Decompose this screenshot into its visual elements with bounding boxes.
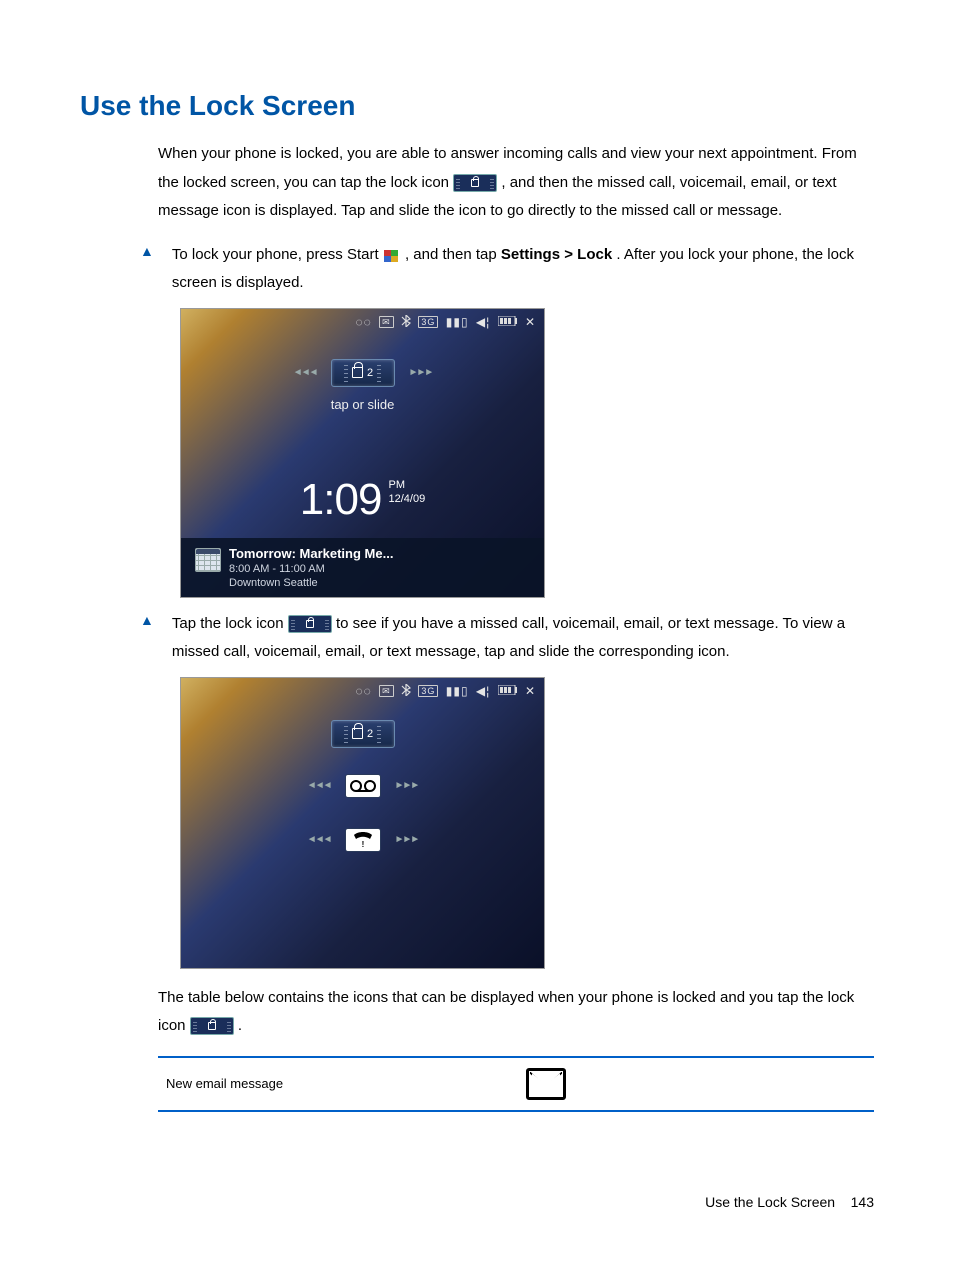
table-intro-paragraph: The table below contains the icons that …	[158, 984, 874, 1041]
clock-time: 1:09	[300, 475, 382, 525]
bullet1-bold: Settings > Lock	[501, 246, 612, 263]
missed-call-slider-button[interactable]: !	[345, 828, 381, 852]
slide-left-arrows-icon: ◄◄◄	[307, 834, 331, 845]
voicemail-status-icon: ◌◌	[356, 684, 372, 698]
slide-right-arrows-icon: ►►►	[395, 780, 419, 791]
lock-icon	[288, 615, 332, 633]
table-bottom-rule	[158, 1110, 874, 1112]
lock-icon	[352, 367, 363, 378]
lock-slider-button[interactable]: 2	[331, 359, 395, 387]
page-footer: Use the Lock Screen 143	[705, 1194, 874, 1210]
lock-badge-count: 2	[367, 367, 373, 379]
signal-status-icon: ▮▮▯	[446, 315, 469, 329]
lock-slider-row: ◄◄◄ 2 ►►►	[181, 359, 544, 387]
lockscreen-screenshot-1: ◌◌ ✉ 3G ▮▮▯ ◀¦ ✕ ◄◄◄ 2 ►►► tap or slide …	[180, 308, 545, 598]
close-status-icon: ✕	[525, 684, 536, 698]
bullet1-text-2: , and then tap	[405, 246, 501, 263]
page-heading: Use the Lock Screen	[80, 90, 874, 122]
intro-paragraph: When your phone is locked, you are able …	[158, 140, 874, 226]
clock-ampm: PM	[389, 479, 406, 491]
slide-right-arrows-icon: ►►►	[409, 367, 433, 378]
lock-slider-button[interactable]: 2	[331, 720, 395, 748]
lock-icon	[190, 1017, 234, 1035]
clock-date: 12/4/09	[389, 493, 426, 505]
calendar-icon	[195, 548, 221, 572]
signal-status-icon: ▮▮▯	[446, 684, 469, 698]
bullet-item-2: ▲ Tap the lock icon to see if you have a…	[140, 610, 874, 667]
lock-icon	[453, 174, 497, 192]
bullet1-text-1: To lock your phone, press Start	[172, 246, 383, 263]
table-cell-icon	[526, 1068, 566, 1100]
battery-status-icon	[498, 684, 518, 698]
appointment-title: Tomorrow: Marketing Me...	[229, 546, 534, 561]
3g-status-icon: 3G	[418, 685, 438, 697]
envelope-status-icon: ✉	[379, 685, 394, 697]
voicemail-status-icon: ◌◌	[356, 315, 372, 329]
appointment-location: Downtown Seattle	[229, 577, 534, 589]
clock-block: 1:09 PM 12/4/09	[181, 475, 544, 525]
mail-icon	[526, 1068, 566, 1100]
footer-title: Use the Lock Screen	[705, 1194, 835, 1210]
lock-slider-row: 2	[181, 720, 544, 748]
status-bar: ◌◌ ✉ 3G ▮▮▯ ◀¦ ✕	[181, 684, 536, 699]
voicemail-slider-button[interactable]	[345, 774, 381, 798]
table-intro-2: .	[238, 1017, 242, 1034]
table-intro-1: The table below contains the icons that …	[158, 989, 854, 1035]
appointment-time: 8:00 AM - 11:00 AM	[229, 563, 534, 575]
lock-badge-count: 2	[367, 728, 373, 740]
svg-text:!: !	[361, 840, 364, 849]
status-bar: ◌◌ ✉ 3G ▮▮▯ ◀¦ ✕	[181, 315, 536, 330]
table-row: New email message	[158, 1058, 874, 1110]
slide-left-arrows-icon: ◄◄◄	[293, 367, 317, 378]
triangle-bullet-icon: ▲	[140, 612, 154, 667]
lockscreen-screenshot-2: ◌◌ ✉ 3G ▮▮▯ ◀¦ ✕ 2 ◄◄◄ ►►► ◄◄◄	[180, 677, 545, 969]
slide-left-arrows-icon: ◄◄◄	[307, 780, 331, 791]
table-cell-label: New email message	[166, 1076, 526, 1091]
volume-status-icon: ◀¦	[476, 684, 490, 698]
slide-right-arrows-icon: ►►►	[395, 834, 419, 845]
footer-page-number: 143	[851, 1194, 874, 1210]
icon-table: New email message	[158, 1056, 874, 1112]
3g-status-icon: 3G	[418, 316, 438, 328]
tap-or-slide-label: tap or slide	[181, 397, 544, 412]
voicemail-slider-row: ◄◄◄ ►►►	[181, 774, 544, 798]
triangle-bullet-icon: ▲	[140, 243, 154, 298]
appointment-bar: Tomorrow: Marketing Me... 8:00 AM - 11:0…	[181, 538, 544, 597]
lock-icon	[352, 728, 363, 739]
battery-status-icon	[498, 315, 518, 329]
start-flag-icon	[383, 247, 401, 263]
bullet2-text-1: Tap the lock icon	[172, 615, 288, 632]
bluetooth-status-icon	[401, 684, 411, 699]
bluetooth-status-icon	[401, 315, 411, 330]
envelope-status-icon: ✉	[379, 316, 394, 328]
volume-status-icon: ◀¦	[476, 315, 490, 329]
bullet-item-1: ▲ To lock your phone, press Start , and …	[140, 241, 874, 298]
missed-call-slider-row: ◄◄◄ ! ►►►	[181, 828, 544, 852]
close-status-icon: ✕	[525, 315, 536, 329]
